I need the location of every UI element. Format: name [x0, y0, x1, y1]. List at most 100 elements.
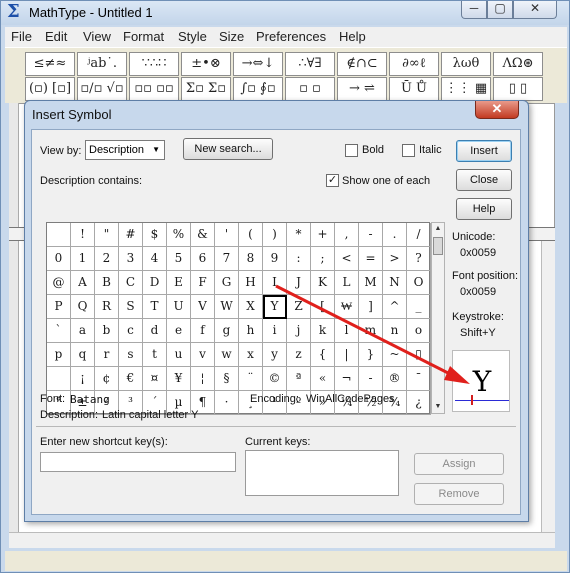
symbol-cell[interactable]: 8 [239, 247, 263, 271]
view-by-select[interactable]: Description ▼ [85, 140, 165, 160]
symbol-cell[interactable]: v [191, 343, 215, 367]
palette-labeled-arrows[interactable]: → ⇌ [337, 77, 387, 101]
symbol-cell[interactable]: 6 [191, 247, 215, 271]
symbol-cell[interactable]: C [119, 271, 143, 295]
symbol-cell[interactable]: ¢ [95, 367, 119, 391]
symbol-cell[interactable]: ( [239, 223, 263, 247]
symbol-cell[interactable]: : [287, 247, 311, 271]
symbol-cell[interactable]: j [287, 319, 311, 343]
symbol-cell[interactable]: . [383, 223, 407, 247]
help-button[interactable]: Help [456, 198, 512, 220]
symbol-cell[interactable]: * [287, 223, 311, 247]
symbol-cell[interactable]: ¦ [191, 367, 215, 391]
symbol-cell[interactable]: l [335, 319, 359, 343]
symbol-cell[interactable]: 9 [263, 247, 287, 271]
palette-operators[interactable]: ±•⊗ [181, 52, 231, 76]
symbol-cell[interactable]: 2 [95, 247, 119, 271]
symbol-cell[interactable]: ! [71, 223, 95, 247]
symbol-cell[interactable]: - [359, 223, 383, 247]
symbol-cell[interactable]: A [71, 271, 95, 295]
symbol-cell[interactable]: E [167, 271, 191, 295]
symbol-cell[interactable]: Q [71, 295, 95, 319]
symbol-cell[interactable]: 5 [167, 247, 191, 271]
current-keys-list[interactable] [245, 450, 399, 496]
symbol-cell[interactable]: ` [47, 319, 71, 343]
palette-under-overbars[interactable]: ▫ ▫ [285, 77, 335, 101]
symbol-cell[interactable]: [ [311, 295, 335, 319]
document-horizontal-scrollbar[interactable] [9, 532, 555, 548]
symbol-cell[interactable]: { [311, 343, 335, 367]
symbol-cell[interactable]: M [359, 271, 383, 295]
symbol-cell[interactable]: } [359, 343, 383, 367]
symbol-cell[interactable]: b [95, 319, 119, 343]
symbol-cell[interactable]: " [95, 223, 119, 247]
symbol-cell[interactable]: = [359, 247, 383, 271]
symbol-cell[interactable]: m [359, 319, 383, 343]
dialog-close-button[interactable]: ✕ [475, 101, 519, 119]
symbol-cell[interactable]: ^ [383, 295, 407, 319]
symbol-cell[interactable]: ® [383, 367, 407, 391]
symbol-cell[interactable]: ª [287, 367, 311, 391]
symbol-cell[interactable]: > [383, 247, 407, 271]
shortcut-input[interactable] [40, 452, 236, 472]
symbol-cell[interactable]: o [407, 319, 431, 343]
symbol-cell[interactable]: ? [407, 247, 431, 271]
palette-fences[interactable]: (▫) [▫] [25, 77, 75, 101]
symbol-cell[interactable]: R [95, 295, 119, 319]
remove-button[interactable]: Remove [414, 483, 504, 505]
symbol-cell[interactable]: + [311, 223, 335, 247]
symbol-cell[interactable]: < [335, 247, 359, 271]
symbol-cell[interactable]: h [239, 319, 263, 343]
symbol-cell[interactable]: 1 [71, 247, 95, 271]
menu-format[interactable]: Format [123, 29, 164, 44]
symbol-cell[interactable]: X [239, 295, 263, 319]
symbol-cell[interactable]: - [359, 367, 383, 391]
symbol-cell[interactable]: O [407, 271, 431, 295]
maximize-button[interactable]: ▢ [487, 1, 513, 19]
symbol-cell[interactable]: ¡ [71, 367, 95, 391]
symbol-cell[interactable]: 3 [119, 247, 143, 271]
symbol-cell[interactable]: H [239, 271, 263, 295]
insert-button[interactable]: Insert [456, 140, 512, 162]
symbol-cell[interactable]: U [167, 295, 191, 319]
palette-spaces-ellipses[interactable]: ʲab˙. [77, 52, 127, 76]
palette-greek-upper[interactable]: ΛΩ⊛ [493, 52, 543, 76]
symbol-cell[interactable]: · [215, 391, 239, 415]
symbol-cell[interactable]: s [119, 343, 143, 367]
symbol-cell[interactable]: _ [407, 295, 431, 319]
menu-file[interactable]: File [11, 29, 32, 44]
menu-edit[interactable]: Edit [45, 29, 67, 44]
symbol-cell[interactable]: P [47, 295, 71, 319]
symbol-cell[interactable]: a [71, 319, 95, 343]
symbol-cell[interactable]: § [215, 367, 239, 391]
title-bar[interactable]: Σ MathType - Untitled 1 ─ ▢ ✕ [1, 1, 569, 25]
symbol-cell[interactable]: i [263, 319, 287, 343]
symbol-cell[interactable]: r [95, 343, 119, 367]
symbol-cell[interactable]: ¬ [335, 367, 359, 391]
symbol-cell[interactable]: « [311, 367, 335, 391]
symbol-cell[interactable]: , [335, 223, 359, 247]
symbol-cell[interactable]: y [263, 343, 287, 367]
minimize-button[interactable]: ─ [461, 1, 487, 19]
palette-arrows[interactable]: →⇔↓ [233, 52, 283, 76]
italic-checkbox[interactable] [402, 144, 415, 157]
symbol-cell[interactable]: c [119, 319, 143, 343]
palette-embellishments[interactable]: ∵∴∷ [129, 52, 179, 76]
symbol-cell[interactable]: 7 [215, 247, 239, 271]
symbol-cell[interactable]: n [383, 319, 407, 343]
symbol-cell[interactable]: N [383, 271, 407, 295]
symbol-cell[interactable]: ¿ [407, 391, 431, 415]
symbol-cell[interactable]: k [311, 319, 335, 343]
symbol-grid-scrollbar[interactable]: ▲ ▼ [431, 222, 445, 414]
symbol-cell[interactable]: & [191, 223, 215, 247]
symbol-cell[interactable]: # [119, 223, 143, 247]
symbol-cell[interactable]: w [215, 343, 239, 367]
symbol-cell[interactable] [47, 223, 71, 247]
palette-boxes[interactable]: ▯ ▯ [493, 77, 543, 101]
symbol-cell[interactable] [47, 367, 71, 391]
symbol-cell[interactable]: V [191, 295, 215, 319]
symbol-cell[interactable]: u [167, 343, 191, 367]
symbol-cell[interactable]: ¥ [167, 367, 191, 391]
palette-fractions-radicals[interactable]: ▫/▫ √▫ [77, 77, 127, 101]
symbol-cell[interactable]: © [263, 367, 287, 391]
